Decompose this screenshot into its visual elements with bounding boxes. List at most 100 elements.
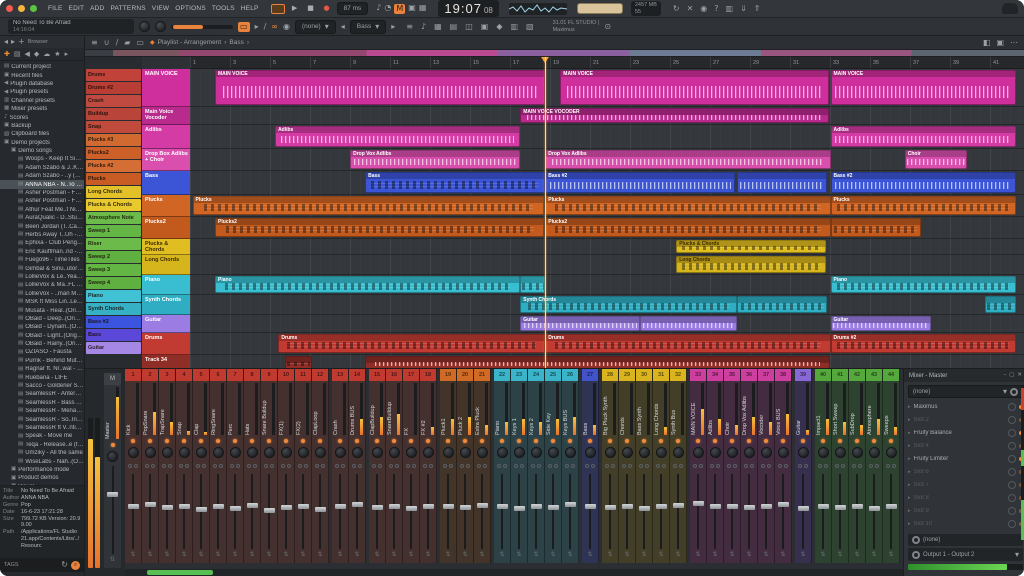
browser-item[interactable]: ▤ Speak - Move me — [0, 432, 84, 440]
strip-mute-led[interactable] — [369, 437, 385, 445]
master-pitch-knob[interactable] — [155, 21, 166, 32]
strip-route-icon[interactable]: ⇅ — [227, 551, 243, 563]
playlist-menu-icon[interactable]: ≡ — [91, 39, 98, 47]
strip-mute-led[interactable] — [278, 437, 294, 445]
strip-mute-led[interactable] — [795, 437, 811, 445]
effect-slot[interactable]: ▸ Slot 7 — [908, 478, 1023, 491]
slot-arrow-icon[interactable]: ▸ — [908, 404, 911, 410]
strip-mute-led[interactable] — [849, 437, 865, 445]
playlist-view-icon[interactable]: ≡ — [406, 23, 413, 31]
mixer-strip[interactable]: 41 Short Sweep — [832, 369, 849, 563]
slot-mix-knob[interactable] — [1008, 468, 1016, 476]
mixer-strip[interactable]: 10 FX(1) — [278, 369, 295, 563]
mixer-strip[interactable]: 9 Snare Buildup — [261, 369, 278, 563]
strip-fader[interactable] — [349, 472, 365, 551]
pattern-clip[interactable]: Guitar — [520, 316, 640, 331]
strip-stereo-icons[interactable] — [142, 460, 158, 472]
pattern-prev-icon[interactable]: ◂ — [341, 23, 345, 31]
pattern-clip[interactable]: Adlibs — [275, 126, 520, 147]
browser-item[interactable]: ▤ Current project — [0, 63, 84, 71]
strip-mute-led[interactable] — [866, 437, 882, 445]
export-icon[interactable]: ⇓ — [740, 5, 747, 13]
strip-pan-knob[interactable] — [403, 445, 419, 460]
picker-item[interactable]: Atmosphere Note — [86, 212, 141, 224]
strip-stereo-icons[interactable] — [758, 460, 774, 472]
pattern-clip[interactable]: Plucks — [831, 196, 1016, 215]
slot-arrow-icon[interactable]: ▸ — [908, 508, 911, 514]
strip-stereo-icons[interactable] — [349, 460, 365, 472]
strip-mute-led[interactable] — [758, 437, 774, 445]
strip-route-icon[interactable]: ⇅ — [582, 551, 598, 563]
marker-selector[interactable]: (none) ▾ — [295, 20, 336, 34]
pattern-clip[interactable]: Plucks — [545, 196, 830, 215]
loop-record-icon[interactable]: ▦ — [419, 4, 427, 14]
browser-item[interactable]: ▤ Athur Feat Me..t Night Feeling — [0, 206, 84, 214]
metronome-icon[interactable]: ♪ — [376, 4, 381, 14]
strip-route-icon[interactable]: ⇅ — [312, 551, 328, 563]
effect-slot[interactable]: ▸ Slot 6 — [908, 465, 1023, 478]
strip-pan-knob[interactable] — [866, 445, 882, 460]
forward-icon[interactable]: ▸ — [11, 38, 15, 46]
track-lane[interactable]: Piano Piano — [190, 275, 1024, 295]
strip-pan-knob[interactable] — [619, 445, 635, 460]
mixer-strip[interactable]: 30 Bass Synth — [636, 369, 653, 563]
picker-item[interactable]: Sweep 3 — [86, 264, 141, 276]
strip-route-icon[interactable]: ⇅ — [758, 551, 774, 563]
mixer-strip[interactable]: 21 Extra Pluck — [474, 369, 491, 563]
slot-mix-knob[interactable] — [1008, 429, 1016, 437]
strip-route-icon[interactable]: ⇅ — [636, 551, 652, 563]
browser-item[interactable]: ▤ Ephixa - Club Penguin — [0, 239, 84, 247]
strip-stereo-icons[interactable] — [403, 460, 419, 472]
strip-pan-knob[interactable] — [562, 445, 578, 460]
strip-fader[interactable] — [125, 472, 141, 551]
browser-item[interactable]: ▤ Eric Kauffman..nd - Exoplanes — [0, 248, 84, 256]
strip-stereo-icons[interactable] — [602, 460, 618, 472]
mixer-strip[interactable]: 13 Crash — [332, 369, 349, 563]
strip-route-icon[interactable]: ⇅ — [142, 551, 158, 563]
mixer-strip[interactable]: 25 Side Key — [545, 369, 562, 563]
dial-icon[interactable] — [1010, 388, 1018, 396]
strip-mute-led[interactable] — [142, 437, 158, 445]
strip-pan-knob[interactable] — [636, 445, 652, 460]
mixer-strip[interactable]: 15 ClapBuildup — [369, 369, 386, 563]
browser-item[interactable]: ▤ OZIASO - Fausta — [0, 348, 84, 356]
browser-item[interactable]: ▤ AuraQualic - D..Studio Remix) — [0, 214, 84, 222]
browser-item[interactable]: ▤ Ruebana - LIFE — [0, 373, 84, 381]
strip-fader[interactable] — [619, 472, 635, 551]
mixer-strip[interactable]: 43 Atmosphere — [866, 369, 883, 563]
strip-fader[interactable] — [690, 472, 706, 551]
strip-fader[interactable] — [653, 472, 669, 551]
slot-arrow-icon[interactable]: ▸ — [908, 430, 911, 436]
strip-mute-led[interactable] — [707, 437, 723, 445]
strip-fader[interactable] — [741, 472, 757, 551]
strip-route-icon[interactable]: ⇅ — [775, 551, 791, 563]
slot-mix-knob[interactable] — [1008, 416, 1016, 424]
strip-pan-knob[interactable] — [457, 445, 473, 460]
strip-route-icon[interactable]: ⇅ — [210, 551, 226, 563]
talkback-icon[interactable]: ◉ — [283, 23, 290, 31]
strip-pan-knob[interactable] — [602, 445, 618, 460]
strip-fader[interactable] — [883, 472, 899, 551]
strip-stereo-icons[interactable] — [528, 460, 544, 472]
track-lane[interactable]: Synth Chords — [190, 295, 1024, 315]
browser-item[interactable]: ▤ SeamlessR ft V..ntime (Vocal) — [0, 424, 84, 432]
slot-mix-knob[interactable] — [1008, 481, 1016, 489]
effect-slot[interactable]: ▸ Slot 4 — [908, 439, 1023, 452]
strip-fader[interactable] — [244, 472, 260, 551]
strip-pan-knob[interactable] — [474, 445, 490, 460]
strip-mute-led[interactable] — [227, 437, 243, 445]
track-lane[interactable]: Adlibs Adlibs — [190, 125, 1024, 149]
browser-item[interactable]: ▤ Sacco - Goldener Schnitt — [0, 382, 84, 390]
strip-stereo-icons[interactable] — [474, 460, 490, 472]
strip-route-icon[interactable]: ⇅ — [386, 551, 402, 563]
master-volume-knob[interactable] — [139, 21, 150, 32]
strip-stereo-icons[interactable] — [724, 460, 740, 472]
strip-mute-led[interactable] — [403, 437, 419, 445]
strip-fader[interactable] — [142, 472, 158, 551]
track-header[interactable]: Bass — [142, 171, 190, 195]
menu-item[interactable]: HELP — [241, 5, 259, 12]
strip-mute-led[interactable] — [474, 437, 490, 445]
strip-stereo-icons[interactable] — [883, 460, 899, 472]
strip-fader[interactable] — [511, 472, 527, 551]
strip-route-icon[interactable]: ⇅ — [815, 551, 831, 563]
